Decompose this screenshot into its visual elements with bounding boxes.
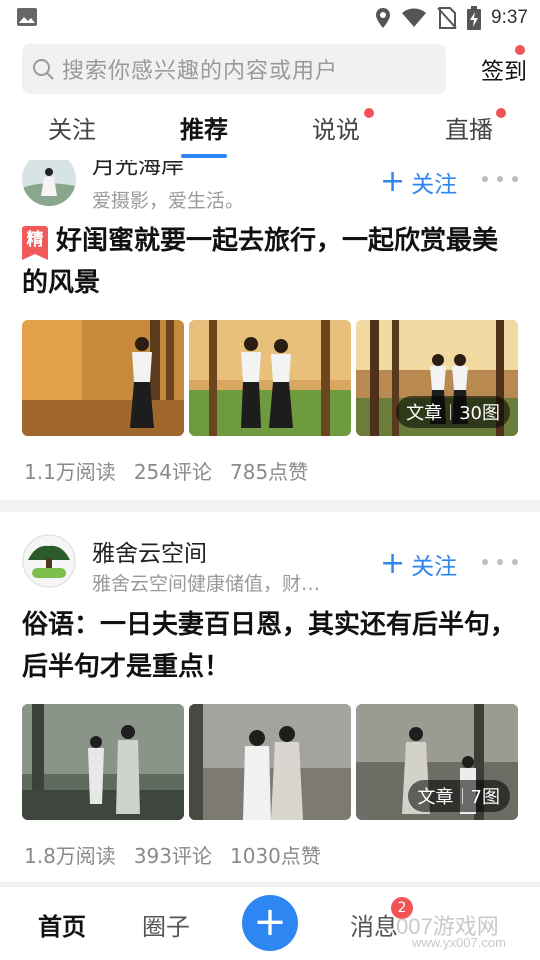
wifi-icon (402, 8, 427, 27)
badge-type: 文章 (417, 787, 454, 808)
follow-label: 关注 (411, 554, 458, 580)
active-tab-indicator (181, 154, 227, 158)
signin-notification-dot (515, 45, 525, 55)
search-placeholder: 搜索你感兴趣的内容或用户 (62, 59, 339, 84)
tab-label: 直播 (445, 116, 493, 144)
post-stats: 1.8万阅读 393评论 1030点赞 (24, 840, 321, 869)
image-count-badge: 文章 30图 (396, 396, 510, 428)
post-image[interactable] (189, 320, 351, 436)
bottom-nav: 首页 圈子 + 消息 2 007游戏网 www.yx007.com (0, 886, 540, 960)
status-bar: 9:37 (0, 0, 540, 36)
author-description: 雅舍云空间健康储值，财… (92, 573, 321, 595)
plus-icon: + (380, 546, 406, 581)
nav-messages[interactable]: 消息 (350, 907, 398, 942)
read-count: 1.8万阅读 (24, 844, 116, 868)
tab-label: 说说 (312, 116, 360, 144)
post-title-text: 好闺蜜就要一起去旅行，一起欣赏最美的风景 (22, 226, 499, 298)
badge-count: 30图 (459, 403, 500, 424)
post-title[interactable]: 俗语：一日夫妻百日恩，其实还有后半句，后半句才是重点！ (22, 604, 520, 688)
search-row: 搜索你感兴趣的内容或用户 签到 (22, 44, 540, 94)
tab-recommend[interactable]: 推荐 (177, 110, 231, 150)
plus-icon: + (380, 164, 406, 199)
follow-button[interactable]: + 关注 (380, 164, 457, 200)
tab-live-dot (496, 108, 506, 118)
badge-separator (450, 404, 452, 420)
post-stats: 1.1万阅读 254评论 785点赞 (24, 456, 308, 485)
tab-label: 推荐 (180, 116, 228, 144)
badge-count: 7图 (470, 787, 500, 808)
clock: 9:37 (491, 7, 528, 28)
badge-separator (461, 788, 463, 804)
add-post-button[interactable]: + (242, 895, 298, 951)
post-title[interactable]: 精好闺蜜就要一起去旅行，一起欣赏最美的风景 (22, 220, 520, 304)
battery-charging-icon (467, 6, 482, 30)
nav-home[interactable]: 首页 (38, 907, 86, 942)
post-image[interactable] (22, 704, 184, 820)
more-options-icon[interactable] (482, 557, 518, 567)
post-image[interactable]: 文章 7图 (356, 704, 518, 820)
like-count: 785点赞 (230, 460, 309, 484)
badge-type: 文章 (406, 403, 443, 424)
tab-follow[interactable]: 关注 (46, 110, 98, 150)
follow-label: 关注 (411, 172, 458, 198)
follow-button[interactable]: + 关注 (380, 546, 457, 582)
like-count: 1030点赞 (230, 844, 321, 868)
read-count: 1.1万阅读 (24, 460, 116, 484)
avatar[interactable] (22, 160, 76, 206)
comment-count: 393评论 (133, 844, 212, 868)
featured-badge: 精 (22, 226, 48, 260)
avatar[interactable] (22, 534, 76, 588)
image-count-badge: 文章 7图 (407, 780, 510, 812)
post-image[interactable] (22, 320, 184, 436)
post-image[interactable] (189, 704, 351, 820)
comment-count: 254评论 (133, 460, 212, 484)
image-notification-icon (17, 8, 37, 26)
search-input[interactable]: 搜索你感兴趣的内容或用户 (22, 44, 446, 94)
no-sim-icon (437, 7, 457, 29)
watermark-url: www.yx007.com (412, 935, 506, 950)
nav-circle[interactable]: 圈子 (142, 907, 190, 942)
signin-label: 签到 (481, 59, 527, 85)
tab-posts-dot (364, 108, 374, 118)
location-icon (376, 8, 391, 28)
search-icon (33, 59, 54, 80)
more-options-icon[interactable] (482, 174, 518, 184)
author-name[interactable]: 月光海岸 (92, 160, 184, 180)
tab-posts[interactable]: 说说 (310, 110, 362, 150)
post-divider (0, 500, 540, 512)
post-image[interactable]: 文章 30图 (356, 320, 518, 436)
signin-button[interactable]: 签到 (468, 44, 540, 94)
author-description: 爱摄影，爱生活。 (92, 190, 245, 212)
author-name[interactable]: 雅舍云空间 (92, 534, 207, 568)
tab-label: 关注 (48, 116, 96, 144)
tab-live[interactable]: 直播 (442, 110, 496, 150)
feed[interactable]: 月光海岸 爱摄影，爱生活。 + 关注 精好闺蜜就要一起去旅行，一起欣赏最美的风景 (0, 160, 540, 886)
top-tabs: 关注 推荐 说说 直播 (0, 100, 540, 160)
